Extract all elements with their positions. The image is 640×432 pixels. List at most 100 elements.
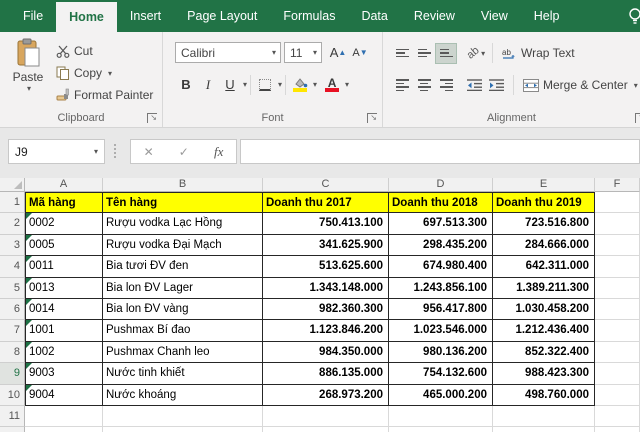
row-header-4[interactable]: 4	[0, 256, 25, 277]
decrease-indent-button[interactable]	[463, 75, 485, 96]
wrap-text-button[interactable]: ab Wrap Text	[500, 42, 577, 64]
cell-F8[interactable]	[595, 342, 640, 363]
cell-E10[interactable]: 498.760.000	[493, 385, 595, 406]
cell-C8[interactable]: 984.350.000	[263, 342, 389, 363]
underline-dropdown-arrow[interactable]: ▾	[243, 80, 247, 89]
tab-page-layout[interactable]: Page Layout	[174, 0, 270, 32]
row-header-11[interactable]: 11	[0, 406, 25, 427]
increase-font-size-button[interactable]: A▲	[327, 42, 349, 63]
cell-F7[interactable]	[595, 320, 640, 341]
cell-F12[interactable]	[595, 427, 640, 432]
cell-D12[interactable]	[389, 427, 493, 432]
cell-E9[interactable]: 988.423.300	[493, 363, 595, 384]
cell-E11[interactable]	[493, 406, 595, 427]
cell-C6[interactable]: 982.360.300	[263, 299, 389, 320]
font-dialog-launcher[interactable]: ↘	[367, 113, 377, 123]
align-center-button[interactable]	[413, 75, 435, 96]
cell-C11[interactable]	[263, 406, 389, 427]
cell-B12[interactable]	[103, 427, 263, 432]
cell-E1[interactable]: Doanh thu 2019	[493, 192, 595, 213]
row-header-12[interactable]: 12	[0, 427, 25, 432]
align-left-button[interactable]	[391, 75, 413, 96]
tab-home[interactable]: Home	[56, 2, 117, 32]
cell-B3[interactable]: Rượu vodka Đại Mạch	[103, 235, 263, 256]
column-header-A[interactable]: A	[25, 178, 103, 192]
decrease-font-size-button[interactable]: A▼	[349, 42, 371, 63]
column-header-D[interactable]: D	[389, 178, 493, 192]
fill-color-dropdown-arrow[interactable]: ▾	[313, 80, 317, 89]
cell-B10[interactable]: Nước khoáng	[103, 385, 263, 406]
insert-function-icon[interactable]: fx	[214, 144, 223, 160]
tab-insert[interactable]: Insert	[117, 0, 174, 32]
cell-A2[interactable]: 0002	[25, 213, 103, 234]
cell-D7[interactable]: 1.023.546.000	[389, 320, 493, 341]
row-header-5[interactable]: 5	[0, 278, 25, 299]
cell-C2[interactable]: 750.413.100	[263, 213, 389, 234]
cell-F9[interactable]	[595, 363, 640, 384]
format-painter-button[interactable]: Format Painter	[54, 84, 155, 106]
cell-D6[interactable]: 956.417.800	[389, 299, 493, 320]
row-header-6[interactable]: 6	[0, 299, 25, 320]
cell-C3[interactable]: 341.625.900	[263, 235, 389, 256]
increase-indent-button[interactable]	[485, 75, 507, 96]
font-color-button[interactable]: A	[321, 74, 343, 95]
tab-formulas[interactable]: Formulas	[270, 0, 348, 32]
middle-align-button[interactable]	[413, 43, 435, 64]
cell-C9[interactable]: 886.135.000	[263, 363, 389, 384]
cell-E6[interactable]: 1.030.458.200	[493, 299, 595, 320]
cell-E8[interactable]: 852.322.400	[493, 342, 595, 363]
cell-D9[interactable]: 754.132.600	[389, 363, 493, 384]
cell-C1[interactable]: Doanh thu 2017	[263, 192, 389, 213]
cell-A8[interactable]: 1002	[25, 342, 103, 363]
cell-B7[interactable]: Pushmax Bí đao	[103, 320, 263, 341]
cell-F11[interactable]	[595, 406, 640, 427]
cell-F10[interactable]	[595, 385, 640, 406]
enter-icon[interactable]: ✓	[179, 145, 189, 159]
cell-E2[interactable]: 723.516.800	[493, 213, 595, 234]
cell-D8[interactable]: 980.136.200	[389, 342, 493, 363]
cell-D10[interactable]: 465.000.200	[389, 385, 493, 406]
column-header-C[interactable]: C	[263, 178, 389, 192]
formula-input[interactable]	[240, 139, 640, 164]
column-header-F[interactable]: F	[595, 178, 640, 192]
cell-C10[interactable]: 268.973.200	[263, 385, 389, 406]
cell-B6[interactable]: Bia lon ĐV vàng	[103, 299, 263, 320]
cell-D3[interactable]: 298.435.200	[389, 235, 493, 256]
tab-data[interactable]: Data	[348, 0, 400, 32]
cell-B8[interactable]: Pushmax Chanh leo	[103, 342, 263, 363]
orientation-button[interactable]: ab ▾	[463, 43, 489, 64]
cell-D5[interactable]: 1.243.856.100	[389, 278, 493, 299]
bottom-align-button[interactable]	[435, 43, 457, 64]
cell-A10[interactable]: 9004	[25, 385, 103, 406]
cell-E7[interactable]: 1.212.436.400	[493, 320, 595, 341]
cancel-icon[interactable]: ✕	[144, 145, 154, 159]
row-header-2[interactable]: 2	[0, 213, 25, 234]
row-header-10[interactable]: 10	[0, 385, 25, 406]
borders-dropdown-arrow[interactable]: ▾	[278, 80, 282, 89]
cell-A9[interactable]: 9003	[25, 363, 103, 384]
cell-C5[interactable]: 1.343.148.000	[263, 278, 389, 299]
alignment-dialog-launcher[interactable]: ↘	[635, 113, 640, 123]
cell-A3[interactable]: 0005	[25, 235, 103, 256]
cell-F1[interactable]	[595, 192, 640, 213]
paste-button[interactable]: Paste ▾	[8, 38, 48, 93]
column-header-E[interactable]: E	[493, 178, 595, 192]
cell-A4[interactable]: 0011	[25, 256, 103, 277]
font-name-combo[interactable]: Calibri ▾	[175, 42, 281, 63]
cell-A5[interactable]: 0013	[25, 278, 103, 299]
merge-center-button[interactable]: Merge & Center ▾	[521, 74, 640, 96]
tab-help[interactable]: Help	[521, 0, 573, 32]
tab-file[interactable]: File	[10, 0, 56, 32]
cell-C12[interactable]	[263, 427, 389, 432]
cell-A11[interactable]	[25, 406, 103, 427]
cut-button[interactable]: Cut	[54, 40, 155, 62]
cell-B1[interactable]: Tên hàng	[103, 192, 263, 213]
borders-button[interactable]	[254, 74, 276, 95]
cell-D2[interactable]: 697.513.300	[389, 213, 493, 234]
row-header-1[interactable]: 1	[0, 192, 25, 213]
bold-button[interactable]: B	[175, 74, 197, 95]
cell-A1[interactable]: Mã hàng	[25, 192, 103, 213]
cell-F4[interactable]	[595, 256, 640, 277]
underline-button[interactable]: U	[219, 74, 241, 95]
cell-B5[interactable]: Bia lon ĐV Lager	[103, 278, 263, 299]
